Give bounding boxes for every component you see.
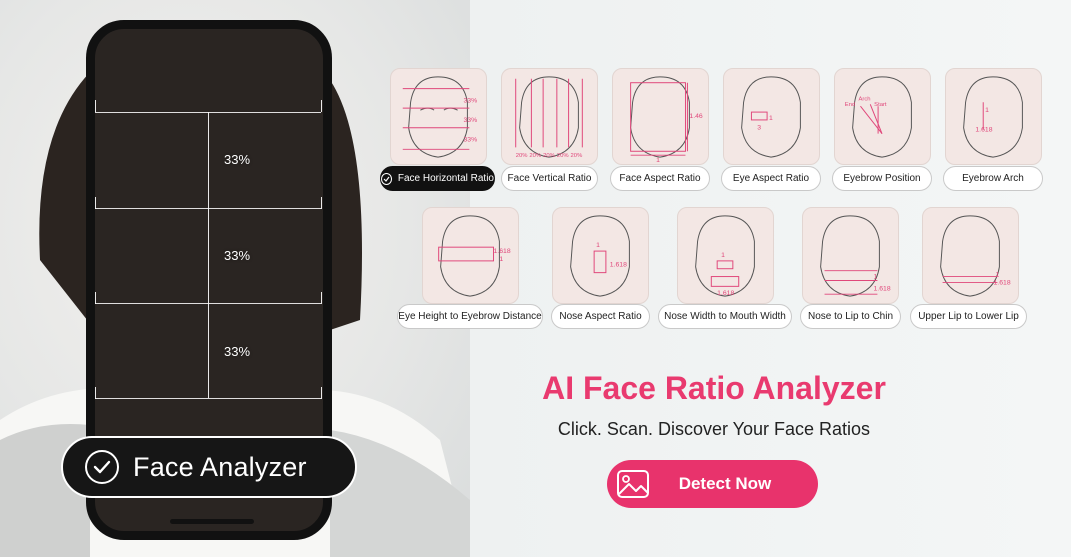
overlay-text: 1.618 <box>994 279 1011 286</box>
pill-face-horizontal-ratio[interactable]: Face Horizontal Ratio <box>380 166 495 191</box>
overlay-text: 1 <box>596 242 600 249</box>
measure-tick <box>321 100 322 112</box>
ratio-card-nose-mouth-width[interactable]: 1 1.618 <box>677 207 774 304</box>
overlay-text: 1 <box>656 157 660 164</box>
pill-label: Nose to Lip to Chin <box>807 311 894 322</box>
ratio-card-eyebrow-arch[interactable]: 1 1.618 <box>945 68 1042 165</box>
ratio-card-face-vertical[interactable]: 20% 20% 20% 20% 20% <box>501 68 598 165</box>
pill-nose-width-mouth-width[interactable]: Nose Width to Mouth Width <box>658 304 792 329</box>
detect-now-label: Detect Now <box>678 474 772 493</box>
overlay-text: Start <box>874 102 887 108</box>
pill-label: Eye Height to Eyebrow Distance <box>398 311 542 322</box>
pill-eyebrow-arch[interactable]: Eyebrow Arch <box>943 166 1043 191</box>
overlay-text: 1.618 <box>874 285 891 292</box>
measure-tick <box>95 387 96 399</box>
overlay-text: 1 <box>721 252 725 259</box>
ratio-card-face-aspect[interactable]: 1.46 1 <box>612 68 709 165</box>
ratio-card-nose-aspect[interactable]: 1 1.618 <box>552 207 649 304</box>
overlay-text: 33% <box>463 97 477 104</box>
face-analyzer-badge[interactable]: Face Analyzer <box>61 436 357 498</box>
percent-label-middle: 33% <box>224 248 251 263</box>
overlay-text: 20% <box>543 153 555 159</box>
overlay-text: End <box>845 102 855 108</box>
pill-label: Eyebrow Position <box>843 173 921 184</box>
ratio-card-eye-height-brow[interactable]: 1.618 1 <box>422 207 519 304</box>
banner: 33% 33% 33% Face Analyzer 33% 33% 33% 20… <box>0 0 1071 557</box>
overlay-text: Arch <box>859 96 871 102</box>
pill-nose-lip-chin[interactable]: Nose to Lip to Chin <box>800 304 901 329</box>
check-circle-icon <box>381 172 392 185</box>
ratio-card-eye-aspect[interactable]: 1 3 <box>723 68 820 165</box>
overlay-text: 20% <box>529 153 541 159</box>
pill-nose-aspect-ratio[interactable]: Nose Aspect Ratio <box>551 304 650 329</box>
measure-line-chin <box>95 398 321 399</box>
promo-subtitle: Click. Scan. Discover Your Face Ratios <box>557 419 871 439</box>
pill-label: Upper Lip to Lower Lip <box>918 311 1019 322</box>
overlay-text: 20% <box>557 153 569 159</box>
phone-home-indicator <box>170 519 254 524</box>
overlay-text: 33% <box>463 136 477 143</box>
ratio-card-upper-lower-lip[interactable]: 1 1.618 <box>922 207 1019 304</box>
pill-label: Face Aspect Ratio <box>619 173 701 184</box>
overlay-text: 1 <box>874 274 878 281</box>
overlay-text: 1.618 <box>610 262 627 269</box>
pill-label: Nose Width to Mouth Width <box>664 311 786 322</box>
pill-label: Nose Aspect Ratio <box>559 311 642 322</box>
pill-label: Eyebrow Arch <box>962 173 1024 184</box>
overlay-text: 3 <box>757 125 761 132</box>
percent-label-upper: 33% <box>224 152 251 167</box>
measure-tick <box>95 292 96 304</box>
measure-vertical-axis <box>208 112 209 398</box>
measure-tick <box>95 100 96 112</box>
ratio-card-nose-lip-chin[interactable]: 1 1.618 <box>802 207 899 304</box>
face-analyzer-label: Face Analyzer <box>133 451 307 482</box>
pill-face-vertical-ratio[interactable]: Face Vertical Ratio <box>501 166 598 191</box>
percent-label-lower: 33% <box>224 344 251 359</box>
pill-label: Eye Aspect Ratio <box>732 173 810 184</box>
pill-eyebrow-position[interactable]: Eyebrow Position <box>832 166 932 191</box>
overlay-text: 1.46 <box>689 113 703 120</box>
measure-tick <box>321 292 322 304</box>
overlay-text: 20% <box>516 153 528 159</box>
measure-tick <box>321 387 322 399</box>
overlay-text: 1.618 <box>717 290 734 297</box>
image-icon <box>617 470 649 498</box>
pill-eye-height-eyebrow-distance[interactable]: Eye Height to Eyebrow Distance <box>397 304 543 329</box>
overlay-text: 1.618 <box>494 248 511 255</box>
ratio-card-eyebrow-position[interactable]: End Arch Start <box>834 68 931 165</box>
pill-label: Face Horizontal Ratio <box>397 173 494 184</box>
pill-label: Face Vertical Ratio <box>507 173 592 184</box>
pill-face-aspect-ratio[interactable]: Face Aspect Ratio <box>610 166 710 191</box>
pill-upper-lip-lower-lip[interactable]: Upper Lip to Lower Lip <box>910 304 1027 329</box>
promo-title: AI Face Ratio Analyzer <box>542 370 886 406</box>
pill-eye-aspect-ratio[interactable]: Eye Aspect Ratio <box>721 166 821 191</box>
overlay-text: 1 <box>769 115 773 122</box>
measure-tick <box>321 197 322 209</box>
overlay-text: 1.618 <box>975 127 992 134</box>
overlay-text: 1 <box>499 256 503 263</box>
ratio-card-face-horizontal[interactable]: 33% 33% 33% <box>390 68 487 165</box>
detect-now-button[interactable]: Detect Now <box>607 460 818 508</box>
overlay-text: 1 <box>995 272 999 279</box>
check-circle-icon <box>85 450 119 484</box>
overlay-text: 33% <box>463 117 477 124</box>
overlay-text: 1 <box>985 107 989 114</box>
overlay-text: 20% <box>571 153 583 159</box>
measure-tick <box>95 197 96 209</box>
